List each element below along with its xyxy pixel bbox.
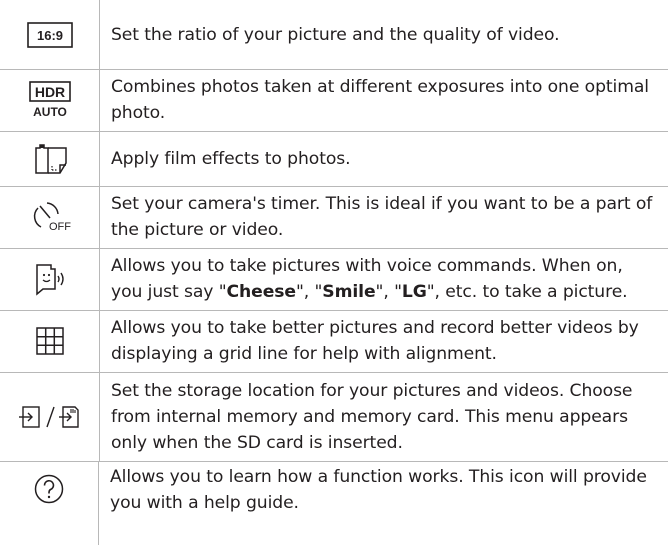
grid-icon — [34, 325, 66, 357]
table-row: Allows you to take pictures with voice c… — [0, 248, 668, 311]
film-effect-icon — [30, 143, 70, 175]
keyword-smile: Smile — [322, 282, 376, 302]
description: Apply film effects to photos. — [111, 148, 351, 169]
icon-cell — [0, 462, 99, 545]
camera-settings-table: 16:9 Set the ratio of your picture and t… — [0, 0, 668, 545]
description: Allows you to take pictures with voice c… — [100, 248, 668, 310]
description: Set the ratio of your picture and the qu… — [111, 24, 560, 45]
icon-cell — [0, 131, 100, 186]
icon-cell: HDR AUTO — [0, 69, 100, 131]
icon-cell — [0, 310, 100, 372]
voice-shutter-icon — [30, 261, 70, 297]
separator: ", " — [295, 282, 323, 302]
keyword-lg: LG — [401, 282, 427, 302]
description: Allows you to take better pictures and r… — [111, 318, 639, 364]
icon-cell: 16:9 — [0, 0, 100, 69]
hdr-auto-icon: HDR AUTO — [28, 80, 72, 120]
aspect-ratio-16-9-icon: 16:9 — [26, 21, 73, 48]
table-row: OFF Set your camera's timer. This is ide… — [0, 186, 668, 249]
storage-location-icon — [18, 401, 82, 433]
description: Set your camera's timer. This is ideal i… — [111, 194, 653, 240]
icon-cell — [0, 372, 100, 461]
table-row: Apply film effects to photos. — [0, 131, 668, 187]
icon-cell — [0, 248, 100, 310]
table-row: Allows you to learn how a function works… — [0, 462, 668, 545]
keyword-cheese: Cheese — [226, 282, 297, 302]
table-row: 16:9 Set the ratio of your picture and t… — [0, 0, 668, 70]
help-icon — [33, 473, 65, 505]
description: Allows you to learn how a function works… — [110, 467, 647, 513]
table-row: Set the storage location for your pictur… — [0, 372, 668, 462]
aspect-ratio-label: 16:9 — [36, 28, 62, 43]
auto-label: AUTO — [33, 105, 67, 119]
hdr-label: HDR — [34, 84, 64, 100]
icon-cell: OFF — [0, 186, 100, 248]
separator: ", " — [375, 282, 402, 302]
off-label: OFF — [49, 221, 71, 233]
table-row: HDR AUTO Combines photos taken at differ… — [0, 69, 668, 132]
timer-off-icon: OFF — [29, 198, 71, 236]
description: Combines photos taken at different expos… — [111, 77, 649, 123]
table-row: Allows you to take better pictures and r… — [0, 310, 668, 373]
description-text: ", etc. to take a picture. — [426, 282, 628, 302]
description: Set the storage location for your pictur… — [111, 380, 633, 453]
